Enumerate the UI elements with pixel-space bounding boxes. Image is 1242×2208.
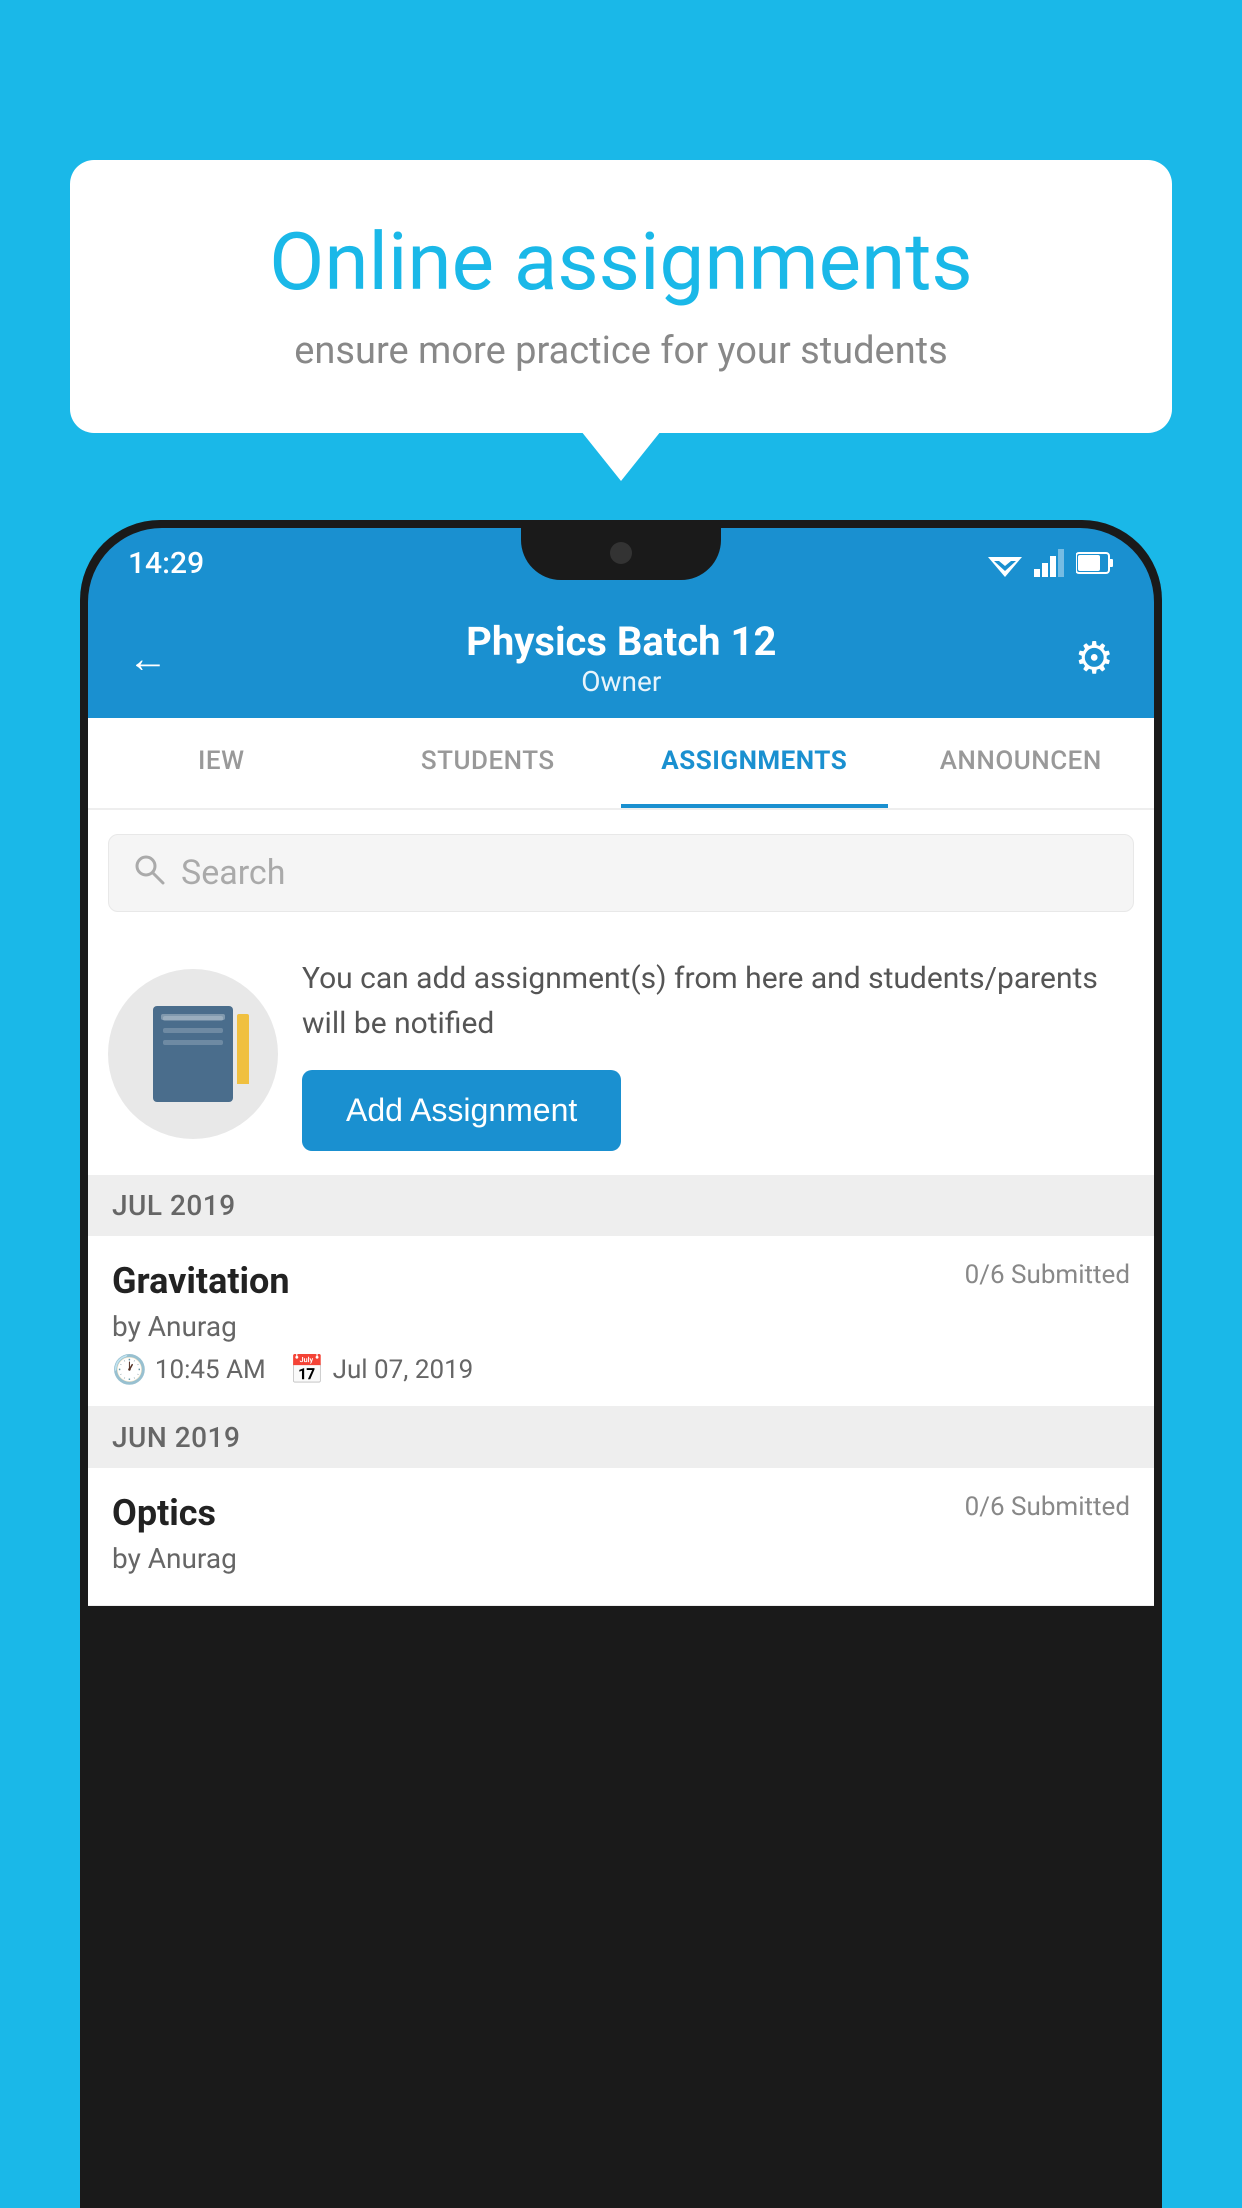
signal-icon <box>1034 549 1064 577</box>
assignment-name-optics: Optics <box>112 1492 216 1534</box>
add-assignment-button[interactable]: Add Assignment <box>302 1070 621 1151</box>
phone-frame: 14:29 <box>80 520 1162 2208</box>
assignment-top: Gravitation 0/6 Submitted <box>112 1260 1130 1302</box>
assignment-date-value: Jul 07, 2019 <box>333 1355 474 1385</box>
search-icon <box>133 853 165 893</box>
assignment-by-optics: by Anurag <box>112 1542 1130 1575</box>
calendar-icon: 📅 <box>290 1353 325 1386</box>
assignment-item-gravitation[interactable]: Gravitation 0/6 Submitted by Anurag 🕐 10… <box>88 1236 1154 1407</box>
header-title: Physics Batch 12 <box>466 618 776 665</box>
speech-bubble-title: Online assignments <box>140 215 1102 309</box>
tabs: IEW STUDENTS ASSIGNMENTS ANNOUNCEN <box>88 718 1154 810</box>
back-button[interactable]: ← <box>128 635 168 682</box>
section-jul-2019: JUL 2019 <box>88 1175 1154 1236</box>
tab-iew[interactable]: IEW <box>88 718 355 808</box>
clock-icon: 🕐 <box>112 1353 147 1386</box>
assignment-time-value: 10:45 AM <box>155 1355 266 1385</box>
status-bar: 14:29 <box>88 528 1154 598</box>
speech-bubble: Online assignments ensure more practice … <box>70 160 1172 433</box>
notebook-icon <box>153 1006 233 1102</box>
camera-dot <box>610 542 632 564</box>
section-jun-2019: JUN 2019 <box>88 1407 1154 1468</box>
header-subtitle: Owner <box>466 665 776 698</box>
pencil-icon <box>237 1014 249 1084</box>
battery-icon <box>1076 551 1114 575</box>
wifi-icon <box>988 549 1022 577</box>
search-svg-icon <box>133 853 165 885</box>
notch <box>521 528 721 580</box>
assignment-item-optics[interactable]: Optics 0/6 Submitted by Anurag <box>88 1468 1154 1606</box>
tab-students[interactable]: STUDENTS <box>355 718 622 808</box>
status-icons <box>988 549 1114 577</box>
search-bar[interactable]: Search <box>108 834 1134 912</box>
assignment-name-gravitation: Gravitation <box>112 1260 290 1302</box>
phone-inner: 14:29 <box>88 528 1154 2208</box>
assignment-by-gravitation: by Anurag <box>112 1310 1130 1343</box>
promo-text-block: You can add assignment(s) from here and … <box>302 956 1134 1151</box>
assignment-time-gravitation: 🕐 10:45 AM <box>112 1353 266 1386</box>
speech-bubble-subtitle: ensure more practice for your students <box>140 329 1102 373</box>
speech-bubble-container: Online assignments ensure more practice … <box>70 160 1172 433</box>
search-placeholder: Search <box>181 853 285 893</box>
assignment-submitted-gravitation: 0/6 Submitted <box>965 1260 1130 1290</box>
promo-description: You can add assignment(s) from here and … <box>302 956 1134 1046</box>
tab-announcements[interactable]: ANNOUNCEN <box>888 718 1155 808</box>
assignment-meta-gravitation: 🕐 10:45 AM 📅 Jul 07, 2019 <box>112 1353 1130 1386</box>
promo-icon-circle <box>108 969 278 1139</box>
settings-icon[interactable]: ⚙ <box>1075 632 1114 684</box>
assignment-top-optics: Optics 0/6 Submitted <box>112 1492 1130 1534</box>
assignment-submitted-optics: 0/6 Submitted <box>965 1492 1130 1522</box>
promo-block: You can add assignment(s) from here and … <box>88 932 1154 1175</box>
tab-assignments[interactable]: ASSIGNMENTS <box>621 718 888 808</box>
screen-content: Search You can add assignment(s) fr <box>88 810 1154 1606</box>
header-center: Physics Batch 12 Owner <box>466 618 776 698</box>
assignment-date-gravitation: 📅 Jul 07, 2019 <box>290 1353 474 1386</box>
status-time: 14:29 <box>128 546 204 581</box>
app-header: ← Physics Batch 12 Owner ⚙ <box>88 598 1154 718</box>
